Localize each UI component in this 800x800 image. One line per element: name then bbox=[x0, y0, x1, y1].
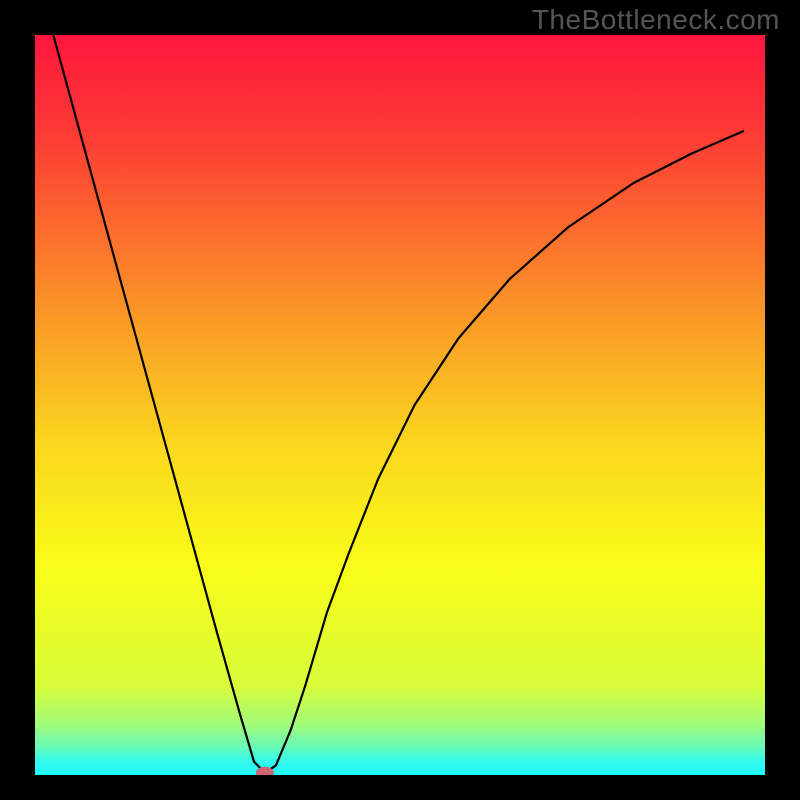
source-watermark: TheBottleneck.com bbox=[532, 4, 780, 36]
chart-background bbox=[35, 35, 765, 775]
chart-svg bbox=[35, 35, 765, 775]
chart-plot-area bbox=[35, 35, 765, 775]
